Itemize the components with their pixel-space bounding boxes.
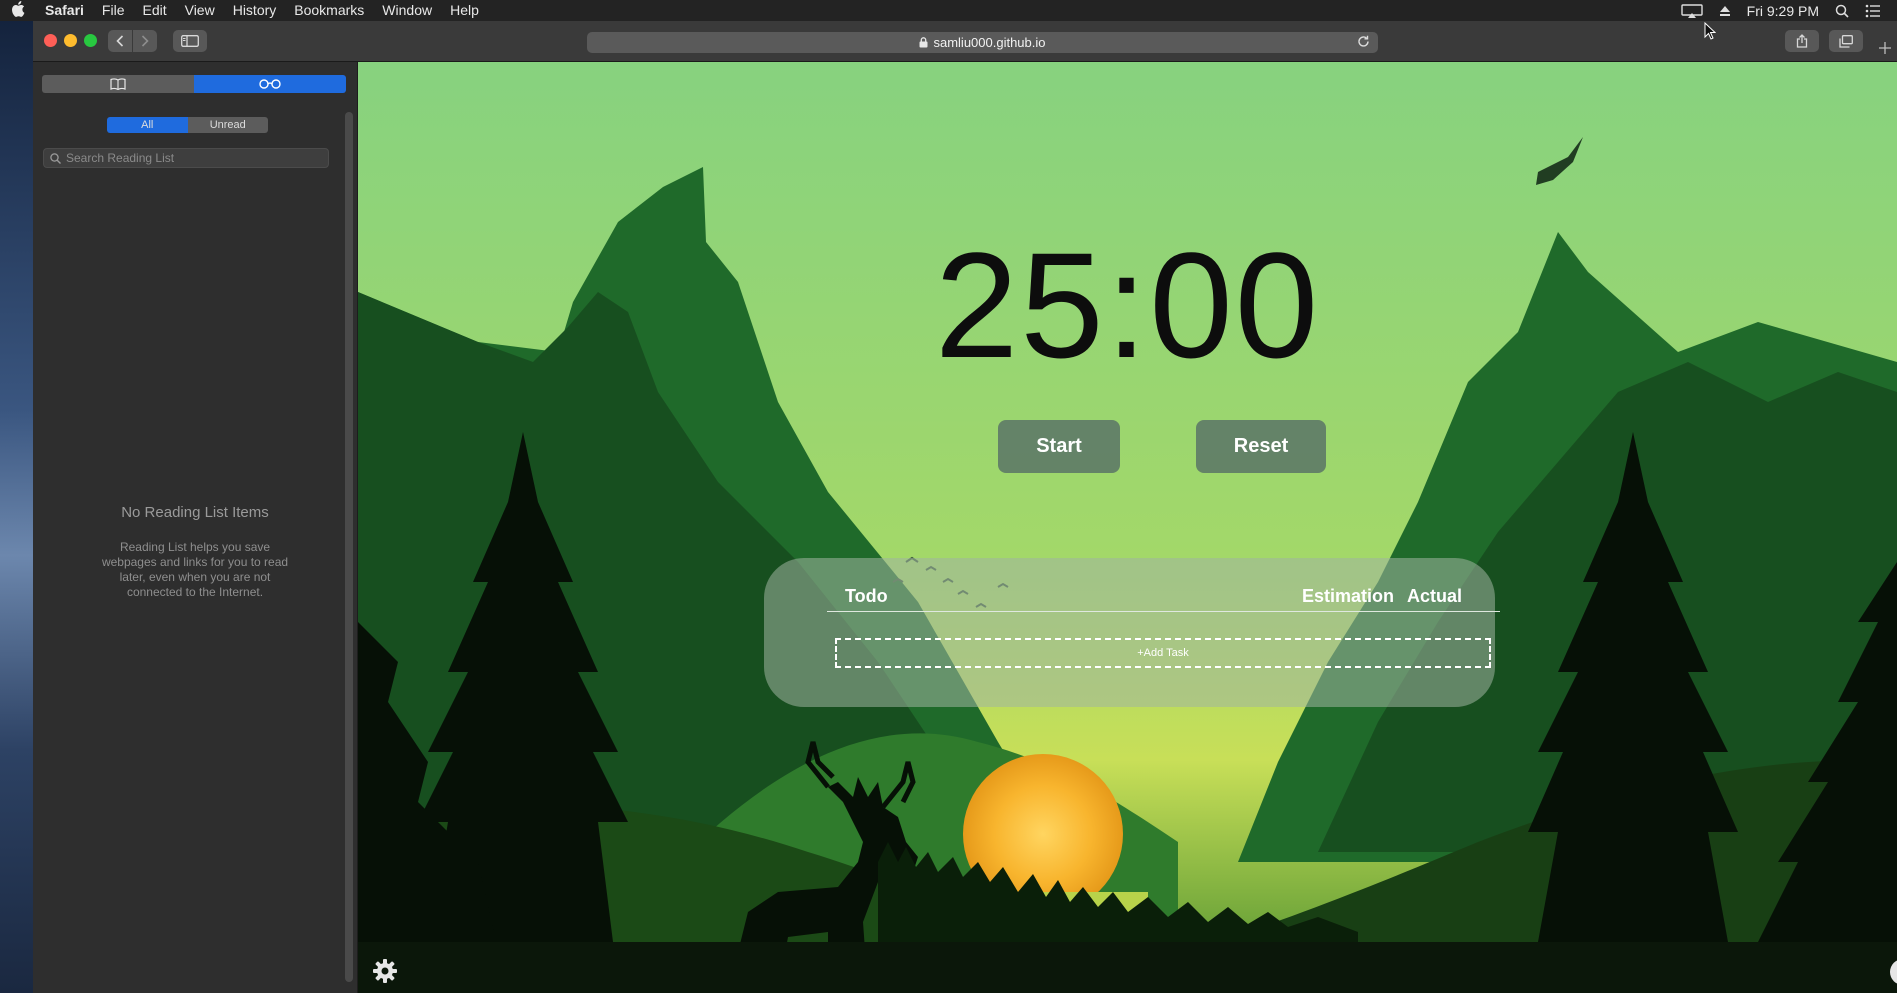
url-text: samliu000.github.io	[933, 35, 1046, 50]
reading-list-filter: All Unread	[107, 117, 268, 133]
forest-landscape-background	[358, 62, 1897, 993]
sidebar-icon	[181, 35, 199, 47]
minimize-window-button[interactable]	[64, 34, 77, 47]
sidebar-mode-switch	[42, 75, 346, 93]
share-icon	[1796, 34, 1808, 48]
task-table-header: Todo Estimation Actual	[827, 584, 1500, 612]
reset-button[interactable]: Reset	[1196, 420, 1326, 473]
empty-state-title: No Reading List Items	[121, 504, 269, 521]
reading-list-sidebar: All Unread No Reading List Items Reading…	[33, 62, 358, 993]
menu-view[interactable]: View	[176, 0, 224, 21]
menu-safari[interactable]: Safari	[36, 0, 93, 21]
menu-file[interactable]: File	[93, 0, 134, 21]
start-button[interactable]: Start	[998, 420, 1120, 473]
spotlight-icon[interactable]	[1835, 4, 1849, 18]
settings-gear-icon[interactable]	[372, 958, 398, 989]
menu-help[interactable]: Help	[441, 0, 488, 21]
book-icon	[110, 78, 126, 90]
share-button[interactable]	[1785, 30, 1819, 52]
timer-display: 25:00	[934, 221, 1321, 389]
lock-icon	[919, 37, 928, 48]
apple-icon[interactable]	[0, 0, 36, 21]
task-panel: Todo Estimation Actual +Add Task	[764, 558, 1500, 707]
desktop-wallpaper	[0, 21, 33, 993]
show-tabs-button[interactable]	[1829, 30, 1863, 52]
filter-all-button[interactable]: All	[107, 117, 188, 133]
clock[interactable]: Fri 9:29 PM	[1747, 3, 1819, 19]
todo-column-header: Todo	[845, 586, 888, 606]
empty-state-description: Reading List helps you save webpages and…	[101, 540, 289, 599]
actual-column-header: Actual	[1407, 586, 1463, 606]
mouse-cursor-icon	[1704, 21, 1717, 45]
menu-window[interactable]: Window	[373, 0, 441, 21]
reading-list-tab[interactable]	[194, 75, 346, 93]
search-icon	[50, 152, 61, 164]
new-tab-icon[interactable]	[1879, 38, 1891, 59]
web-content: 25:00 Start Reset Todo Estimation Actual…	[358, 62, 1897, 993]
menu-edit[interactable]: Edit	[133, 0, 175, 21]
address-bar[interactable]: samliu000.github.io	[587, 32, 1378, 53]
safari-window: samliu000.github.io All Unread Search Re…	[33, 21, 1897, 993]
bookmarks-tab[interactable]	[42, 75, 194, 93]
back-button[interactable]	[108, 30, 132, 52]
forward-button[interactable]	[133, 30, 157, 52]
back-icon	[116, 35, 124, 47]
estimation-column-header: Estimation	[1302, 586, 1395, 606]
add-task-button[interactable]: +Add Task	[835, 638, 1491, 668]
fullscreen-window-button[interactable]	[84, 34, 97, 47]
sidebar-scrollbar[interactable]	[345, 112, 353, 982]
reading-list-search[interactable]	[43, 148, 329, 168]
reading-list-search-input[interactable]	[66, 151, 306, 165]
browser-toolbar: samliu000.github.io	[33, 21, 1897, 62]
close-window-button[interactable]	[44, 34, 57, 47]
airplay-icon[interactable]	[1680, 3, 1703, 18]
menu-bookmarks[interactable]: Bookmarks	[285, 0, 373, 21]
tabs-icon	[1839, 34, 1853, 48]
reload-icon[interactable]	[1357, 35, 1370, 51]
filter-unread-button[interactable]: Unread	[187, 117, 268, 133]
menu-bar: Safari File Edit View History Bookmarks …	[0, 0, 1897, 21]
menu-history[interactable]: History	[224, 0, 286, 21]
sidebar-toggle-button[interactable]	[173, 30, 207, 52]
forward-icon	[141, 35, 149, 47]
control-center-icon[interactable]	[1865, 4, 1881, 18]
eject-icon[interactable]	[1719, 5, 1731, 17]
glasses-icon	[259, 79, 281, 89]
